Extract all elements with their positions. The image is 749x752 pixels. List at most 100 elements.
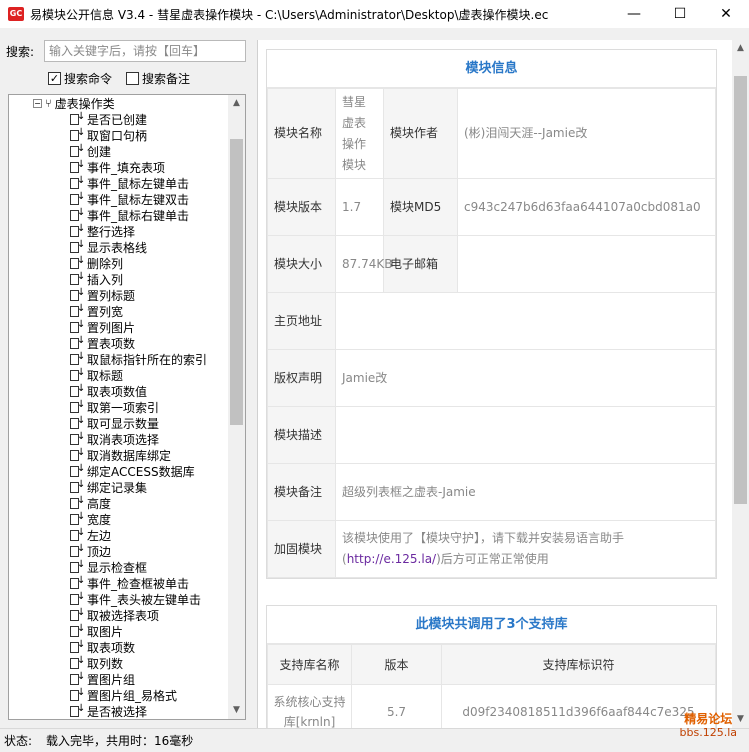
checkbox-checked-icon[interactable]: ✓ [48, 72, 61, 85]
command-doc-icon [69, 511, 85, 525]
search-command-checkbox[interactable]: ✓ 搜索命令 [48, 70, 112, 87]
module-size-value: 87.74KB [335, 235, 392, 293]
tree-item[interactable]: 取标题 [69, 367, 207, 383]
module-version-label: 模块版本 [267, 178, 336, 236]
tree-item-label: 事件_填充表项 [87, 160, 166, 175]
tree-item[interactable]: 顶边 [69, 543, 207, 559]
command-doc-icon [69, 303, 85, 317]
close-button[interactable]: ✕ [703, 0, 749, 28]
scroll-up-arrow-icon[interactable]: ▲ [732, 40, 749, 57]
tree-item[interactable]: 取图片 [69, 623, 207, 639]
tree-item[interactable]: 宽度 [69, 511, 207, 527]
info-scroll-thumb[interactable] [734, 76, 747, 504]
command-doc-icon [69, 207, 85, 221]
support-col-version: 版本 [351, 644, 442, 685]
tree-item[interactable]: 置图片组 [69, 671, 207, 687]
command-doc-icon [69, 271, 85, 285]
tree-item[interactable]: 是否被选择 [69, 703, 207, 719]
tree-item[interactable]: 置列标题 [69, 287, 207, 303]
tree-items: 是否已创建取窗口句柄创建事件_填充表项事件_鼠标左键单击事件_鼠标左键双击事件_… [69, 111, 207, 719]
tree-item[interactable]: 取消表项选择 [69, 431, 207, 447]
command-doc-icon [69, 335, 85, 349]
tree-item[interactable]: 左边 [69, 527, 207, 543]
support-library-title: 此模块共调用了3个支持库 [267, 606, 716, 644]
search-input[interactable] [44, 40, 246, 62]
tree-item[interactable]: 置表项数 [69, 335, 207, 351]
command-doc-icon [69, 495, 85, 509]
tree-scroll-thumb[interactable] [230, 139, 243, 425]
command-doc-icon [69, 111, 85, 125]
tree-scrollbar[interactable]: ▲ ▼ [228, 95, 245, 719]
minimize-button[interactable]: — [611, 0, 657, 28]
tree-item-label: 左边 [87, 528, 112, 543]
description-label: 模块描述 [267, 406, 336, 464]
tree-item[interactable]: 置列图片 [69, 319, 207, 335]
tree-item[interactable]: 取表项数值 [69, 383, 207, 399]
command-doc-icon [69, 415, 85, 429]
collapse-icon[interactable]: − [33, 98, 42, 108]
tree-item-label: 取可显示数量 [87, 416, 160, 431]
tree-item[interactable]: 显示表格线 [69, 239, 207, 255]
tree-item-label: 取列数 [87, 656, 124, 671]
command-doc-icon [69, 351, 85, 365]
watermark-line2: bbs.125.la [679, 726, 737, 739]
tree-item[interactable]: 高度 [69, 495, 207, 511]
tree-item[interactable]: 取表项数 [69, 639, 207, 655]
module-size-label: 模块大小 [267, 235, 336, 293]
tree-item[interactable]: 取鼠标指针所在的索引 [69, 351, 207, 367]
tree-item[interactable]: 取被选择表项 [69, 607, 207, 623]
homepage-label: 主页地址 [267, 292, 336, 350]
tree-item[interactable]: 事件_鼠标右键单击 [69, 207, 207, 223]
tree-item-label: 置列图片 [87, 320, 136, 335]
info-scrollbar[interactable]: ▲ ▼ [732, 40, 749, 728]
note-label: 模块备注 [267, 463, 336, 521]
tree-item[interactable]: 删除列 [69, 255, 207, 271]
tree-item[interactable]: 插入列 [69, 271, 207, 287]
tree-item[interactable]: 置列宽 [69, 303, 207, 319]
info-panel[interactable]: 模块信息 模块名称 彗星虚表操作模块 模块作者 (彬)泪闯天涯--Jamie改 … [257, 40, 749, 728]
tree-item[interactable]: 取窗口句柄 [69, 127, 207, 143]
tree-item-label: 绑定记录集 [87, 480, 148, 495]
command-doc-icon [69, 367, 85, 381]
window-controls: — ☐ ✕ [611, 0, 749, 28]
command-tree[interactable]: − ⑂ 虚表操作类 是否已创建取窗口句柄创建事件_填充表项事件_鼠标左键单击事件… [8, 94, 246, 720]
helper-download-link[interactable]: http://e.125.la/ [347, 552, 436, 566]
support-col-name: 支持库名称 [267, 644, 352, 685]
protection-text-after: )后方可正常正常使用 [436, 552, 549, 566]
command-doc-icon [69, 143, 85, 157]
module-version-value: 1.7 [335, 178, 384, 236]
tree-item-label: 取标题 [87, 368, 124, 383]
maximize-button[interactable]: ☐ [657, 0, 703, 28]
tree-item-label: 取第一项索引 [87, 400, 160, 415]
tree-item[interactable]: 置图片组_易格式 [69, 687, 207, 703]
tree-item[interactable]: 取可显示数量 [69, 415, 207, 431]
tree-item[interactable]: 绑定记录集 [69, 479, 207, 495]
tree-item[interactable]: 是否已创建 [69, 111, 207, 127]
tree-item[interactable]: 取列数 [69, 655, 207, 671]
tree-item[interactable]: 绑定ACCESS数据库 [69, 463, 207, 479]
tree-item[interactable]: 事件_表头被左键单击 [69, 591, 207, 607]
tree-item[interactable]: 取消数据库绑定 [69, 447, 207, 463]
command-doc-icon [69, 703, 85, 717]
scroll-up-arrow-icon[interactable]: ▲ [228, 95, 245, 112]
search-note-checkbox[interactable]: 搜索备注 [126, 70, 190, 87]
tree-item[interactable]: 创建 [69, 143, 207, 159]
app-logo-icon: GC [8, 7, 24, 21]
tree-item[interactable]: 显示检查框 [69, 559, 207, 575]
command-doc-icon [69, 447, 85, 461]
tree-item[interactable]: 事件_鼠标左键双击 [69, 191, 207, 207]
title-bar[interactable]: GC 易模块公开信息 V3.4 - 彗星虚表操作模块 - C:\Users\Ad… [0, 0, 749, 28]
tree-item[interactable]: 事件_填充表项 [69, 159, 207, 175]
module-name-value: 彗星虚表操作模块 [335, 88, 384, 179]
tree-item[interactable]: 事件_检查框被单击 [69, 575, 207, 591]
scroll-down-arrow-icon[interactable]: ▼ [228, 702, 245, 719]
tree-item[interactable]: 整行选择 [69, 223, 207, 239]
tree-item[interactable]: 取第一项索引 [69, 399, 207, 415]
module-name-label: 模块名称 [267, 88, 336, 179]
command-doc-icon [69, 639, 85, 653]
command-doc-icon [69, 655, 85, 669]
checkbox-unchecked-icon[interactable] [126, 72, 140, 85]
tree-item-label: 事件_鼠标左键单击 [87, 176, 190, 191]
tree-item[interactable]: 事件_鼠标左键单击 [69, 175, 207, 191]
tree-root-node[interactable]: − ⑂ 虚表操作类 [33, 95, 115, 111]
